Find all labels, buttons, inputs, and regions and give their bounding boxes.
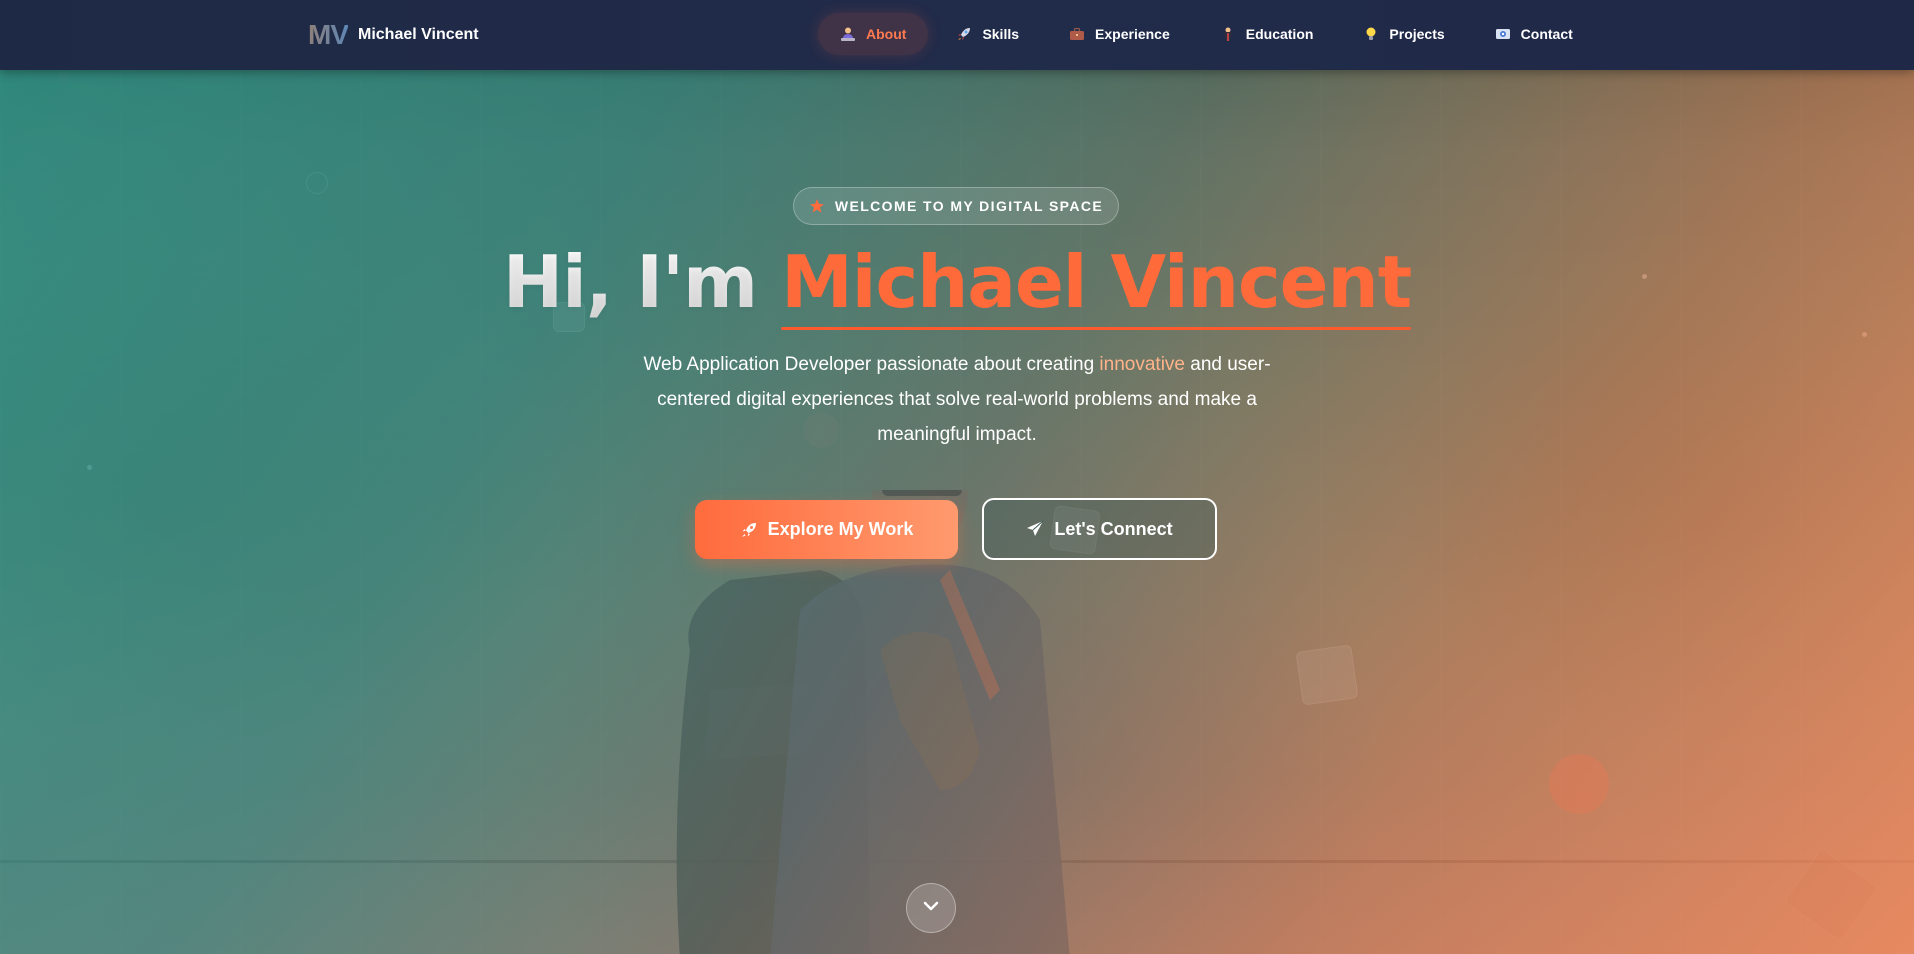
brand-logo[interactable]: MV: [308, 19, 349, 51]
nav-label-experience: Experience: [1095, 26, 1170, 42]
briefcase-icon: [1069, 26, 1085, 42]
nav-label-skills: Skills: [982, 26, 1020, 42]
graduation-icon: [1220, 26, 1236, 42]
nav-item-education[interactable]: Education: [1198, 13, 1336, 55]
nav-label-projects: Projects: [1389, 26, 1445, 42]
nav-item-contact[interactable]: Contact: [1473, 13, 1595, 55]
nav-item-projects[interactable]: Projects: [1341, 13, 1466, 55]
lightbulb-icon: [1363, 26, 1379, 42]
headline-greeting: Hi, I'm: [502, 240, 782, 324]
tagline-accent: innovative: [1099, 354, 1185, 375]
star-icon: [809, 198, 825, 214]
welcome-badge-text: WELCOME TO MY DIGITAL SPACE: [834, 198, 1104, 214]
navbar: MV Michael Vincent About Skills Experien…: [0, 0, 1914, 70]
nav-item-skills[interactable]: Skills: [934, 13, 1041, 55]
id-card-icon: [1495, 26, 1511, 42]
nav-item-about[interactable]: About: [818, 13, 929, 55]
scroll-down-button[interactable]: [906, 883, 956, 933]
name-underline: [781, 327, 1412, 330]
rocket-icon: [740, 521, 758, 539]
nav-item-experience[interactable]: Experience: [1047, 13, 1192, 55]
nav-links: About Skills Experience Education Projec…: [818, 13, 1601, 55]
headline-name-text: Michael Vincent: [781, 240, 1412, 324]
nav-label-about: About: [866, 26, 907, 42]
nav-label-contact: Contact: [1520, 26, 1573, 42]
welcome-badge: WELCOME TO MY DIGITAL SPACE: [793, 187, 1119, 225]
explore-work-button[interactable]: Explore My Work: [695, 500, 958, 559]
lets-connect-label: Let's Connect: [1054, 518, 1173, 539]
hero-tagline: Web Application Developer passionate abo…: [627, 347, 1287, 452]
hero-section: WELCOME TO MY DIGITAL SPACE Hi, I'm Mich…: [0, 70, 1914, 954]
hero-headline: Hi, I'm Michael Vincent: [0, 240, 1914, 330]
person-at-desk-icon: [840, 26, 856, 42]
brand[interactable]: MV Michael Vincent: [308, 0, 479, 70]
rocket-icon: [956, 26, 972, 42]
headline-name: Michael Vincent: [781, 240, 1412, 330]
chevron-down-icon: [921, 896, 941, 921]
lets-connect-button[interactable]: Let's Connect: [982, 498, 1217, 560]
paper-plane-icon: [1026, 520, 1044, 538]
tagline-text-start: Web Application Developer passionate abo…: [643, 354, 1100, 375]
brand-name[interactable]: Michael Vincent: [358, 26, 479, 44]
nav-label-education: Education: [1245, 26, 1314, 42]
explore-work-label: Explore My Work: [767, 519, 914, 539]
